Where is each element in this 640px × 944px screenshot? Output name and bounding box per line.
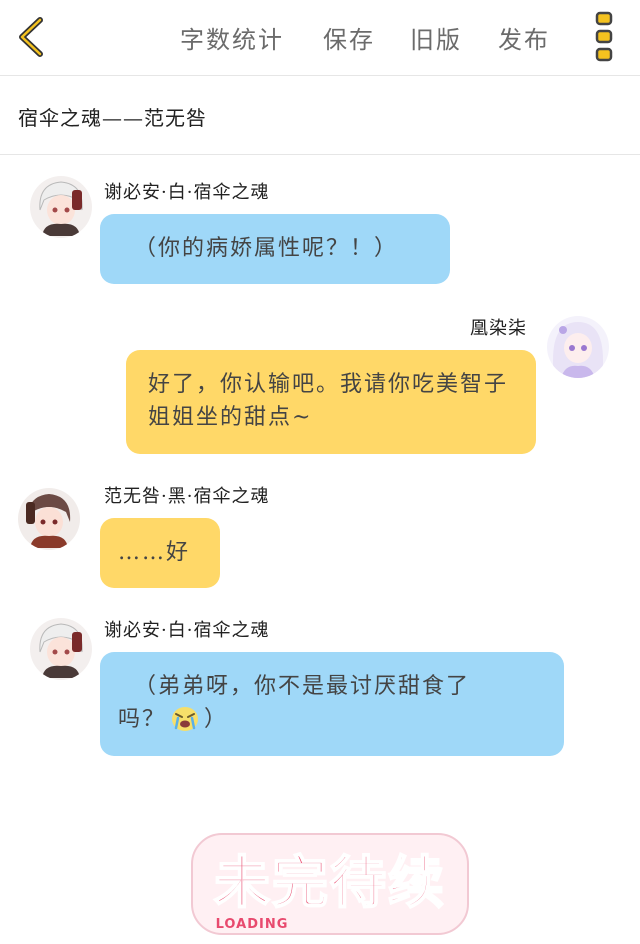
more-menu-button[interactable] xyxy=(588,10,622,64)
vertical-dots-icon xyxy=(595,11,613,62)
chevron-left-icon xyxy=(19,17,43,57)
speaker-name: 范无咎·黑·宿伞之魂 xyxy=(104,486,270,507)
crying-face-icon xyxy=(172,707,199,731)
publish-button[interactable]: 发布 xyxy=(498,20,550,55)
message-text-line: 吗？ ） xyxy=(118,703,550,736)
avatar-image xyxy=(18,488,80,550)
old-version-button[interactable]: 旧版 xyxy=(410,20,462,55)
message-text: 好了，你认输吧。我请你吃美智子姐姐坐的甜点~ xyxy=(148,372,509,430)
stamp-title: 未完待续 xyxy=(214,851,446,916)
message-text: 吗？ xyxy=(118,707,167,732)
save-button[interactable]: 保存 xyxy=(323,20,375,55)
message-bubble[interactable]: （你的病娇属性呢？！） xyxy=(100,214,450,284)
story-title-bar: 宿伞之魂——范无咎 xyxy=(0,76,640,155)
stamp-subtitle: LOADING xyxy=(216,917,289,932)
message-text: ……好 xyxy=(118,540,191,565)
avatar-image xyxy=(30,618,92,680)
avatar-xie-bi-an[interactable] xyxy=(30,618,92,680)
message-text: （你的病娇属性呢？！） xyxy=(134,236,399,261)
avatar-image xyxy=(547,316,609,378)
speaker-name: 凰染柒 xyxy=(470,318,527,339)
to-be-continued-stamp: 未完待续 LOADING xyxy=(190,828,470,938)
top-toolbar: 字数统计 保存 旧版 发布 xyxy=(0,0,640,76)
message-bubble[interactable]: 好了，你认输吧。我请你吃美智子姐姐坐的甜点~ xyxy=(126,350,536,454)
message-bubble[interactable]: ……好 xyxy=(100,518,220,588)
avatar-fan-wu-jiu[interactable] xyxy=(18,488,80,550)
back-button[interactable] xyxy=(10,10,54,64)
message-text: ） xyxy=(204,707,229,732)
avatar-huang-ran-qi[interactable] xyxy=(547,316,609,378)
loading-stamp-graphic: 未完待续 LOADING xyxy=(191,833,469,935)
avatar-image xyxy=(30,176,92,238)
speaker-name: 谢必安·白·宿伞之魂 xyxy=(104,620,270,641)
story-title[interactable]: 宿伞之魂——范无咎 xyxy=(18,102,207,131)
message-bubble[interactable]: （弟弟呀，你不是最讨厌甜食了 吗？ ） xyxy=(100,652,564,756)
message-text-line: （弟弟呀，你不是最讨厌甜食了 xyxy=(134,674,471,699)
word-count-button[interactable]: 字数统计 xyxy=(180,20,284,55)
speaker-name: 谢必安·白·宿伞之魂 xyxy=(104,182,270,203)
avatar-xie-bi-an[interactable] xyxy=(30,176,92,238)
